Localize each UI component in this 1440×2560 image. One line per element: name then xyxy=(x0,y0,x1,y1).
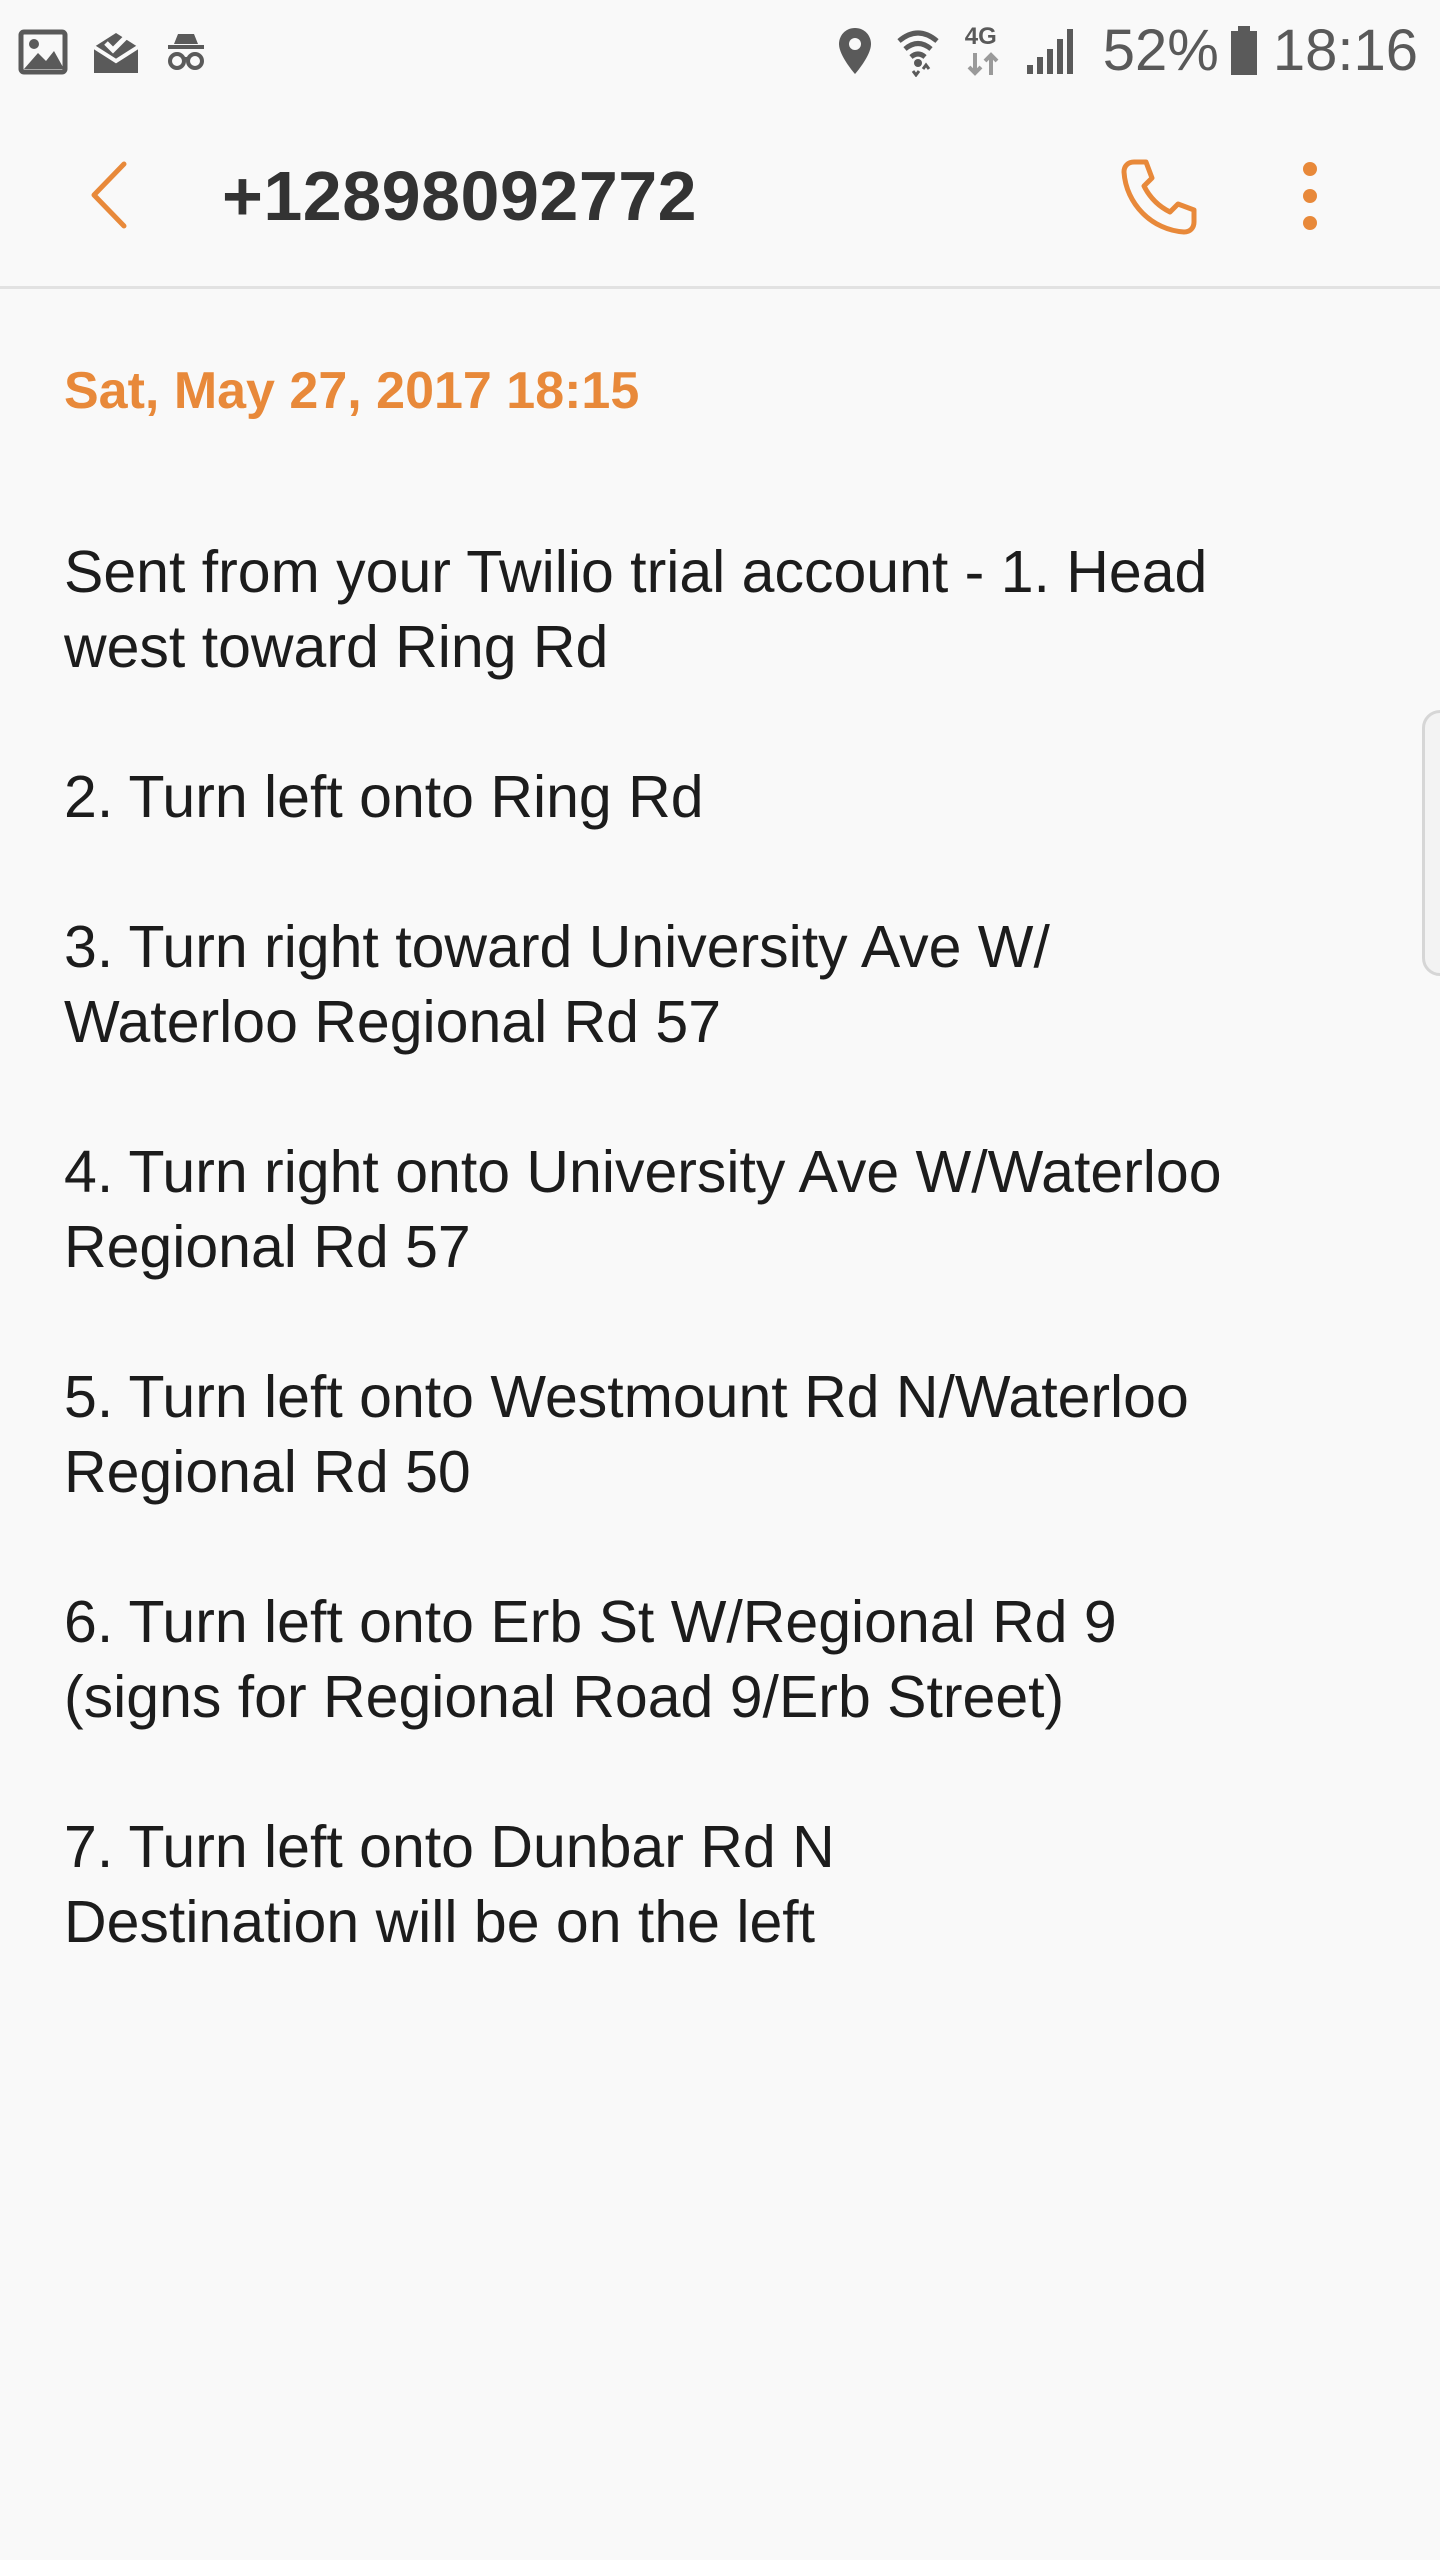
signal-icon xyxy=(1026,29,1073,74)
message-line: 7. Turn left onto Dunbar Rd N xyxy=(64,1814,835,1880)
network-4g-icon: 4G xyxy=(963,23,1003,79)
screen: 4G 52% 18:16 +12898092772 Sat, May 27, 2… xyxy=(0,0,1440,2560)
message-line: Regional Rd 50 xyxy=(64,1439,471,1505)
message-line: 5. Turn left onto Westmount Rd N/Waterlo… xyxy=(64,1364,1189,1430)
wifi-icon xyxy=(897,30,939,77)
more-options-button[interactable] xyxy=(1265,146,1355,246)
clock: 18:16 xyxy=(1272,18,1418,83)
conversation-header: +12898092772 xyxy=(0,102,1440,289)
more-vertical-icon xyxy=(1303,162,1317,230)
message-line: west toward Ring Rd xyxy=(64,614,609,680)
phone-icon xyxy=(1121,159,1197,235)
location-icon xyxy=(838,28,871,74)
mail-check-icon xyxy=(92,33,140,73)
battery-icon xyxy=(1230,26,1257,75)
message-line: Destination will be on the left xyxy=(64,1889,816,1955)
scrollbar-handle[interactable] xyxy=(1422,710,1440,976)
incognito-icon xyxy=(168,34,204,70)
message-line: Regional Rd 57 xyxy=(64,1214,471,1280)
message-line: Waterloo Regional Rd 57 xyxy=(64,989,722,1055)
message-text[interactable]: Sent from your Twilio trial account - 1.… xyxy=(64,535,1364,1960)
status-indicators: 4G 52% 18:16 xyxy=(815,18,1418,84)
call-button[interactable] xyxy=(1110,146,1210,246)
network-label: 4G xyxy=(964,23,997,50)
battery-percent: 52% xyxy=(1102,18,1219,83)
message-line: Sent from your Twilio trial account - 1.… xyxy=(64,539,1208,605)
message-date: Sat, May 27, 2017 18:15 xyxy=(64,362,640,420)
message-line: 6. Turn left onto Erb St W/Regional Rd 9 xyxy=(64,1589,1117,1655)
message-line: 4. Turn right onto University Ave W/Wate… xyxy=(64,1139,1222,1205)
chevron-left-icon xyxy=(91,161,127,229)
conversation-title: +12898092772 xyxy=(222,157,698,235)
status-bar: 4G 52% 18:16 xyxy=(0,0,1440,102)
message-line: 3. Turn right toward University Ave W/ xyxy=(64,914,1050,980)
message-line: 2. Turn left onto Ring Rd xyxy=(64,764,704,830)
gallery-icon xyxy=(18,29,68,75)
status-notifications xyxy=(18,22,230,82)
message-line: (signs for Regional Road 9/Erb Street) xyxy=(64,1664,1065,1730)
back-button[interactable] xyxy=(70,150,150,240)
